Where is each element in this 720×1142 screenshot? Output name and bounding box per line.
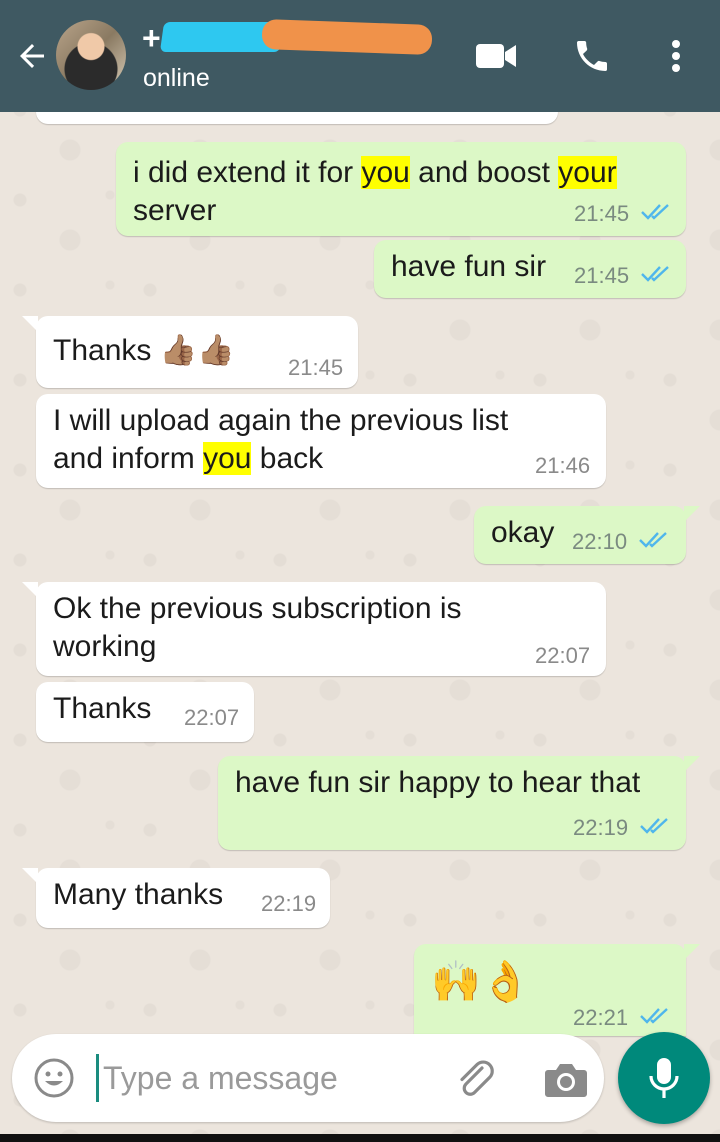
contact-status: online xyxy=(143,64,210,92)
voice-record-button[interactable] xyxy=(618,1032,710,1124)
more-vert-icon[interactable] xyxy=(664,36,688,76)
chat-header: + online xyxy=(0,0,720,112)
bubble-tail xyxy=(22,868,38,884)
message-bubble-incoming[interactable]: Thanks 22:07 xyxy=(36,682,254,742)
phone-icon[interactable] xyxy=(570,36,614,76)
message-bubble-incoming[interactable]: Ok the previous subscription is working … xyxy=(22,582,606,676)
message-text: okay xyxy=(491,516,555,549)
message-text: i did extend it for you and boost your s… xyxy=(133,156,617,227)
message-time: 22:19 xyxy=(573,815,629,840)
double-check-icon xyxy=(641,266,669,282)
message-input[interactable] xyxy=(96,1054,436,1102)
message-bubble-incoming[interactable]: Thanks 👍🏽👍🏽 21:45 xyxy=(22,316,358,388)
message-time: 22:07 xyxy=(535,643,591,668)
message-bubble-outgoing[interactable]: 🙌👌 22:21 xyxy=(414,944,700,1036)
message-time: 22:19 xyxy=(261,891,317,916)
message-bubble-incoming[interactable]: Many thanks 22:19 xyxy=(22,868,330,928)
emoji-icon[interactable] xyxy=(32,1056,76,1100)
message-bubble-outgoing[interactable]: i did extend it for you and boost your s… xyxy=(116,142,686,236)
bubble-tail xyxy=(684,756,700,772)
back-arrow-icon[interactable] xyxy=(14,38,50,74)
redaction-mark xyxy=(261,19,433,55)
avatar[interactable] xyxy=(56,20,126,90)
attach-icon[interactable] xyxy=(452,1056,500,1104)
message-text: have fun sir xyxy=(391,250,547,283)
bubble-tail xyxy=(684,506,700,522)
mic-icon xyxy=(649,1058,679,1098)
message-time: 21:46 xyxy=(535,453,591,478)
message-text: Many thanks xyxy=(53,878,224,911)
bubble-tail xyxy=(22,582,38,598)
nav-bar-edge xyxy=(0,1134,720,1142)
message-time: 21:45 xyxy=(574,201,630,226)
message-bubble-outgoing[interactable]: have fun sir 21:45 xyxy=(374,240,686,298)
message-time: 22:10 xyxy=(572,529,628,554)
message-text: Thanks 👍🏽👍🏽 xyxy=(53,334,235,367)
message-emoji: 🙌👌 xyxy=(431,960,531,1004)
message-bubble-outgoing[interactable]: have fun sir happy to hear that 22:19 xyxy=(218,756,700,850)
message-time: 22:07 xyxy=(184,705,240,730)
message-bubble-outgoing[interactable]: okay 22:10 xyxy=(474,506,700,564)
message-time: 22:21 xyxy=(573,1005,629,1030)
video-call-icon[interactable] xyxy=(474,36,518,76)
double-check-icon xyxy=(640,1008,668,1024)
message-time: 21:45 xyxy=(574,263,630,288)
bubble-tail xyxy=(22,316,38,332)
double-check-icon xyxy=(640,818,668,834)
contact-name[interactable]: + xyxy=(142,20,161,56)
message-text: I will upload again the previous list an… xyxy=(53,404,509,475)
camera-icon[interactable] xyxy=(542,1060,590,1100)
message-bubble-incoming[interactable]: I will upload again the previous list an… xyxy=(36,394,606,488)
message-time: 21:45 xyxy=(288,355,344,380)
message-text: have fun sir happy to hear that xyxy=(235,766,641,799)
bubble-tail xyxy=(684,944,700,960)
message-text: Ok the previous subscription is working xyxy=(53,592,462,663)
message-composer xyxy=(12,1034,604,1122)
double-check-icon xyxy=(641,204,669,220)
double-check-icon xyxy=(639,532,667,548)
message-text: Thanks xyxy=(53,692,152,725)
